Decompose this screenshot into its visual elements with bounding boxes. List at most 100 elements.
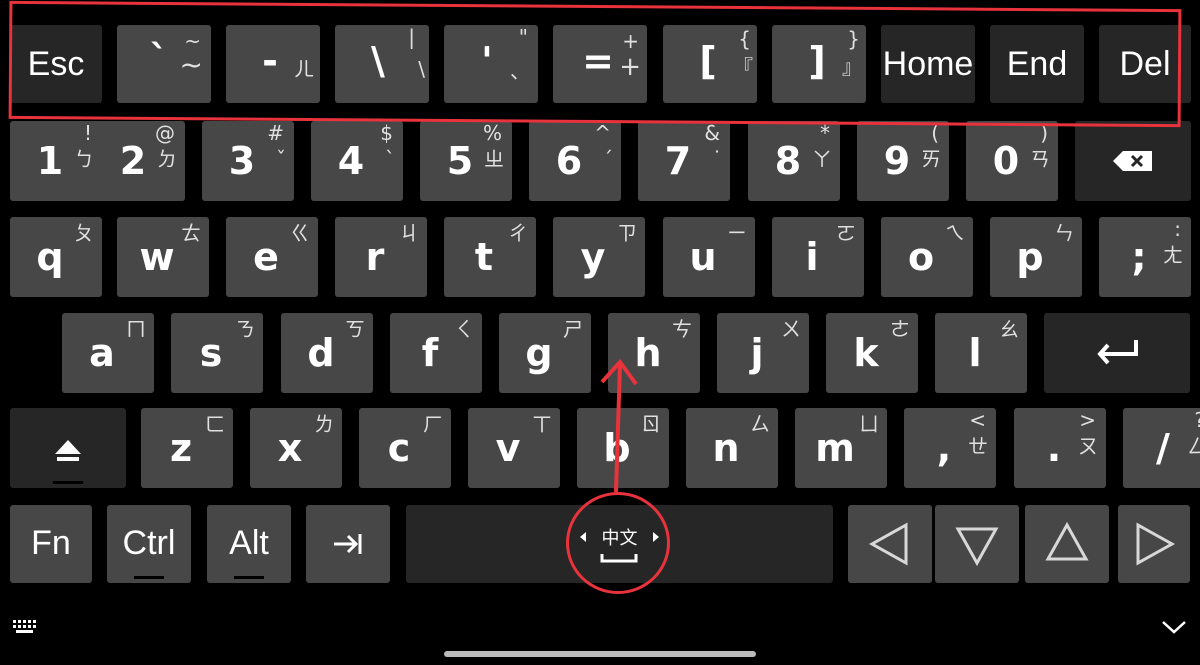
number-key-bopomofo: ˋ xyxy=(385,147,395,171)
q-row-key-bopomofo: ㄍ xyxy=(290,221,310,245)
number-key-bopomofo: ㄓ xyxy=(484,147,504,171)
z-row-key-3[interactable]: vㄒ xyxy=(468,408,560,488)
highlight-box xyxy=(8,0,1182,128)
arrow-right-key[interactable] xyxy=(1118,505,1190,583)
a-row-key-0[interactable]: aㄇ xyxy=(62,313,154,393)
number-key-sup: ( xyxy=(931,121,939,145)
number-key-1[interactable]: 2 @ ㄉ xyxy=(93,121,185,201)
q-row-key-bopomofo: ㄔ xyxy=(508,221,528,245)
q-row-key-9[interactable]: pㄣ xyxy=(990,217,1082,297)
z-row-key-sup: > xyxy=(1079,408,1096,432)
arrow-down-key[interactable] xyxy=(935,505,1019,583)
arrow-up-key[interactable] xyxy=(1025,505,1109,583)
z-row-key-8[interactable]: . > ㄡ xyxy=(1014,408,1106,488)
a-row-key-2[interactable]: dㄎ xyxy=(281,313,373,393)
shift-icon xyxy=(55,440,81,461)
number-key-bopomofo: ㄢ xyxy=(1030,147,1050,171)
number-key-bopomofo: ㄚ xyxy=(812,147,832,171)
number-key-bopomofo: ㄉ xyxy=(157,147,177,171)
tab-key[interactable] xyxy=(306,505,390,583)
number-key-sup: % xyxy=(482,121,502,145)
q-row-key-bopomofo: ㄗ xyxy=(617,221,637,245)
q-row-key-bopomofo: ㄧ xyxy=(727,221,747,245)
backspace-icon xyxy=(1113,151,1152,171)
number-key-3[interactable]: 4 $ ˋ xyxy=(311,121,403,201)
backspace-key[interactable] xyxy=(1075,121,1191,201)
a-row-key-bopomofo: ㄋ xyxy=(235,317,255,341)
number-key-sup: * xyxy=(820,121,830,145)
chevron-down-icon[interactable] xyxy=(1160,618,1188,636)
z-row-key-1[interactable]: xㄌ xyxy=(250,408,342,488)
z-row-key-2[interactable]: cㄏ xyxy=(359,408,451,488)
q-row-key-10[interactable]: ;: ㄤ xyxy=(1099,217,1191,297)
a-row-key-3[interactable]: fㄑ xyxy=(390,313,482,393)
q-row-key-bopomofo: ㄐ xyxy=(399,221,419,245)
keyboard-icon[interactable] xyxy=(12,618,40,636)
q-row-key-1[interactable]: wㄊ xyxy=(117,217,209,297)
q-row-key-4[interactable]: tㄔ xyxy=(444,217,536,297)
ctrl-indicator xyxy=(134,576,164,579)
number-key-4[interactable]: 5% ㄓ xyxy=(420,121,512,201)
arrow-down-icon xyxy=(955,527,999,567)
z-row-key-bopomofo: ㄥ xyxy=(1187,434,1200,458)
ctrl-key[interactable]: Ctrl xyxy=(107,505,191,583)
number-key-sup: & xyxy=(704,121,720,145)
highlight-circle xyxy=(566,492,670,594)
z-row-key-7[interactable]: , < ㄝ xyxy=(904,408,996,488)
number-key-7[interactable]: 8 * ㄚ xyxy=(748,121,840,201)
tab-icon xyxy=(334,534,362,554)
q-row-key-3[interactable]: rㄐ xyxy=(335,217,427,297)
number-key-6[interactable]: 7 & ˙ xyxy=(638,121,730,201)
number-key-8[interactable]: 9(ㄞ xyxy=(857,121,949,201)
q-row-key-6[interactable]: uㄧ xyxy=(663,217,755,297)
a-row-key-7[interactable]: kㄜ xyxy=(826,313,918,393)
alt-indicator xyxy=(234,576,264,579)
q-row-key-2[interactable]: eㄍ xyxy=(226,217,318,297)
q-row-key-bopomofo: ㄣ xyxy=(1054,221,1074,245)
z-row-key-0[interactable]: zㄈ xyxy=(141,408,233,488)
q-row-key-bopomofo: ㄟ xyxy=(945,221,965,245)
arrow-annotation xyxy=(600,358,638,493)
z-row-key-bopomofo: ㄝ xyxy=(968,434,988,458)
alt-key[interactable]: Alt xyxy=(207,505,291,583)
z-row-key-5[interactable]: nㄙ xyxy=(686,408,778,488)
number-key-bopomofo: ˙ xyxy=(712,147,722,171)
a-row-key-bopomofo: ㄕ xyxy=(563,317,583,341)
a-row-key-bopomofo: ㄘ xyxy=(672,317,692,341)
z-row-key-6[interactable]: mㄩ xyxy=(795,408,887,488)
z-row-key-bopomofo: ㄡ xyxy=(1078,434,1098,458)
number-key-bopomofo: ˇ xyxy=(276,147,286,171)
arrow-left-key[interactable] xyxy=(848,505,932,583)
number-key-5[interactable]: 6 ^ ˊ xyxy=(529,121,621,201)
z-row-key-bopomofo: ㄈ xyxy=(205,412,225,436)
shift-key[interactable] xyxy=(10,408,126,488)
enter-icon xyxy=(1097,340,1138,365)
arrow-up-icon xyxy=(1045,521,1089,561)
q-row-key-8[interactable]: oㄟ xyxy=(881,217,973,297)
z-row-key-bopomofo: ㄌ xyxy=(314,412,334,436)
number-key-9[interactable]: 0) ㄢ xyxy=(966,121,1058,201)
a-row-key-bopomofo: ㄨ xyxy=(781,317,801,341)
z-row-key-bopomofo: ㄙ xyxy=(750,412,770,436)
q-row-key-7[interactable]: iㄛ xyxy=(772,217,864,297)
q-row-key-0[interactable]: qㄆ xyxy=(10,217,102,297)
home-gesture-bar[interactable] xyxy=(444,651,756,657)
fn-key[interactable]: Fn xyxy=(10,505,92,583)
a-row-key-bopomofo: ㄜ xyxy=(890,317,910,341)
z-row-key-bopomofo: ㄩ xyxy=(859,412,879,436)
number-key-bopomofo: ˊ xyxy=(603,147,613,171)
a-row-key-bopomofo: ㄎ xyxy=(345,317,365,341)
a-row-key-4[interactable]: gㄕ xyxy=(499,313,591,393)
q-row-key-5[interactable]: yㄗ xyxy=(553,217,645,297)
z-row-key-bopomofo: ㄏ xyxy=(423,412,443,436)
z-row-key-9[interactable]: /?ㄥ xyxy=(1123,408,1200,488)
z-row-key-sup: < xyxy=(969,408,986,432)
ctrl-label: Ctrl xyxy=(122,524,176,562)
a-row-key-6[interactable]: jㄨ xyxy=(717,313,809,393)
alt-label: Alt xyxy=(229,524,269,562)
number-key-2[interactable]: 3 # ˇ xyxy=(202,121,294,201)
enter-key[interactable] xyxy=(1044,313,1190,393)
a-row-key-8[interactable]: lㄠ xyxy=(935,313,1027,393)
number-key-sup: ^ xyxy=(594,121,611,145)
a-row-key-1[interactable]: sㄋ xyxy=(171,313,263,393)
